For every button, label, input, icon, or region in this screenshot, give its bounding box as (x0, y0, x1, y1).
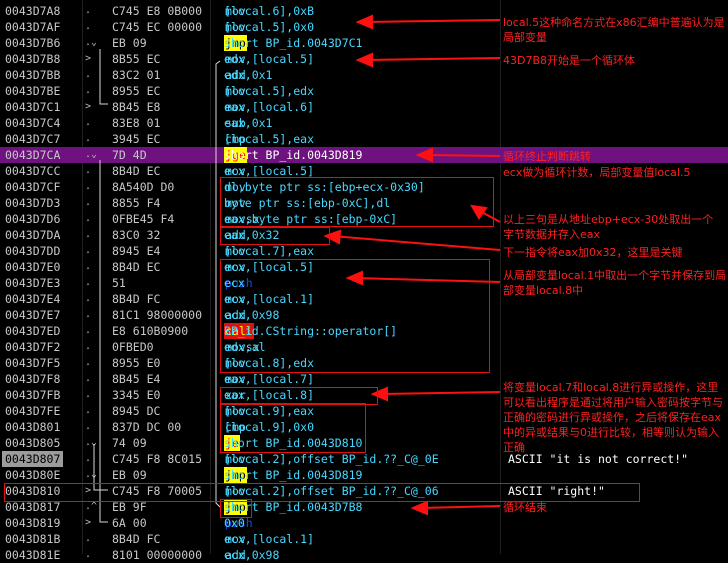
disassembly-view: 0043D7A8. C745 E8 0B000 mov [local.6],0xB 0… (0, 0, 728, 562)
box-add-0x32 (220, 227, 330, 245)
box-byte-fetch (220, 177, 494, 227)
annotation-loop-end: 循环结束 (503, 501, 547, 514)
annotation-local-var: local.5这种命名方式在x86汇编中普遍认为是局部变量 (503, 16, 725, 44)
annotation-add-key: 下一指令将eax加0x32，这里是关键 (503, 246, 683, 259)
annotation-local8: 从局部变量local.1中取出一个字节并保存到局部变量local.8中 (503, 269, 727, 297)
jump-lines (93, 49, 108, 523)
box-local8-fetch (220, 259, 490, 373)
annotation-counter: ecx做为循环计数，局部变量值local.5 (503, 166, 691, 179)
annotation-loop-start: 43D7B8开始是一个循环体 (503, 54, 636, 67)
box-loop-jmp (220, 499, 252, 518)
box-compare (220, 403, 366, 453)
annotation-byte-fetch: 以上三句是从地址ebp+ecx-30处取出一个字节数据并存入eax (503, 213, 714, 241)
annotation-xor: 将变量local.7和local.8进行异或操作，这里可以看出程序是通过将用户输… (503, 381, 723, 454)
annotation-loop-exit: 循环终止判断跳转 (503, 150, 591, 163)
